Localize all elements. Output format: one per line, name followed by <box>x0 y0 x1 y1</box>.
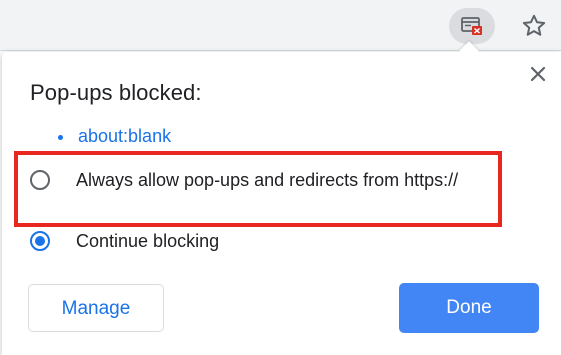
radio-button[interactable] <box>30 170 50 190</box>
bullet-icon <box>58 135 63 140</box>
continue-blocking-label: Continue blocking <box>76 231 220 251</box>
radio-button-selected[interactable] <box>30 231 50 251</box>
always-allow-label: Always allow pop-ups and redirects from … <box>76 170 459 190</box>
blocked-link[interactable]: about:blank <box>78 126 171 147</box>
bookmark-star-button[interactable] <box>520 12 548 40</box>
manage-button[interactable]: Manage <box>28 284 164 332</box>
browser-toolbar <box>0 0 561 51</box>
dialog-title: Pop-ups blocked: <box>30 80 202 105</box>
done-button[interactable]: Done <box>399 283 539 333</box>
popup-blocked-icon <box>461 17 482 35</box>
close-button[interactable] <box>526 62 550 86</box>
star-icon <box>522 14 546 36</box>
close-icon <box>530 66 546 82</box>
popup-blocked-button[interactable] <box>449 8 495 44</box>
